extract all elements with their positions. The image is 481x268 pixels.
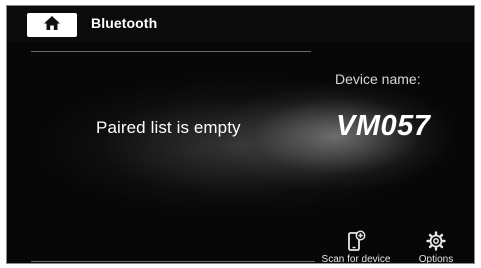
scan-for-device-button[interactable]: Scan for device bbox=[317, 230, 395, 264]
footer-divider bbox=[31, 261, 315, 262]
header-divider bbox=[31, 51, 311, 52]
phone-add-icon bbox=[346, 230, 366, 252]
page-title: Bluetooth bbox=[91, 15, 158, 31]
paired-list-status: Paired list is empty bbox=[96, 118, 241, 137]
device-name-value: VM057 bbox=[336, 110, 431, 142]
home-button[interactable] bbox=[27, 13, 77, 37]
home-icon bbox=[43, 15, 61, 36]
options-label: Options bbox=[418, 254, 454, 264]
header-bar: Bluetooth bbox=[7, 6, 474, 42]
bluetooth-screen: Bluetooth Paired list is empty Device na… bbox=[6, 5, 475, 264]
device-name-label: Device name: bbox=[335, 71, 421, 87]
options-button[interactable]: Options bbox=[411, 230, 461, 264]
gear-icon bbox=[425, 230, 447, 252]
scan-label: Scan for device bbox=[321, 254, 391, 264]
